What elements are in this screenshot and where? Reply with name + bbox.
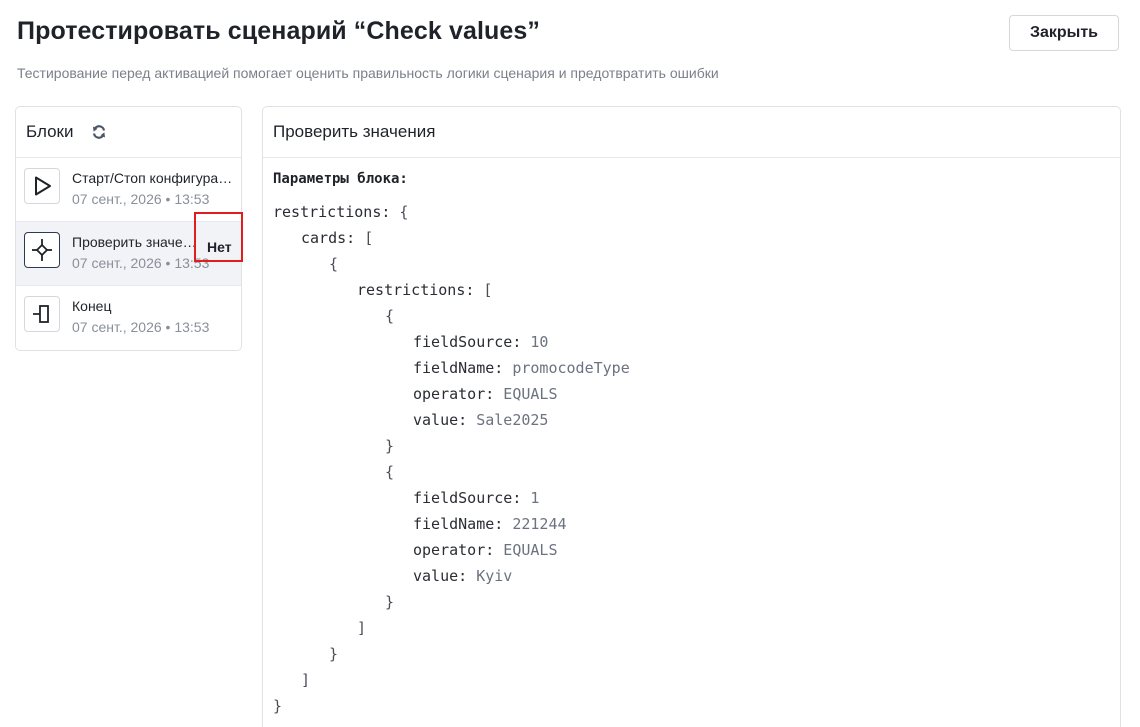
code-line: ]	[273, 615, 630, 641]
code-punct: }	[273, 697, 283, 715]
code-value: EQUALS	[494, 385, 558, 403]
code-value: Kyiv	[467, 567, 513, 585]
code-line: }	[273, 693, 630, 719]
code-line: fieldSource: 10	[273, 329, 630, 355]
code-punct: ]	[301, 671, 311, 689]
blocks-header: Блоки	[16, 107, 241, 158]
code-key: operator:	[413, 385, 495, 403]
block-details-panel: Проверить значения Параметры блока: rest…	[262, 106, 1121, 727]
code-key: value:	[413, 567, 468, 585]
page-subtitle: Тестирование перед активацией помогает о…	[17, 65, 719, 81]
refresh-icon[interactable]	[91, 124, 107, 140]
code-line: }	[273, 589, 630, 615]
code-line: cards: [	[273, 225, 630, 251]
code-line: value: Sale2025	[273, 407, 630, 433]
code-value: 221244	[503, 515, 567, 533]
code-punct: }	[385, 437, 395, 455]
code-punct: }	[329, 645, 339, 663]
block-item-start[interactable]: Старт/Стоп конфигурации 07 сент., 2026 •…	[16, 158, 241, 222]
code-line: {	[273, 459, 630, 485]
play-icon	[24, 168, 60, 204]
close-button[interactable]: Закрыть	[1009, 15, 1119, 51]
code-punct: }	[385, 593, 395, 611]
page-title: Протестировать сценарий “Check values”	[17, 17, 541, 45]
code-value: promocodeType	[503, 359, 630, 377]
code-line: restrictions: [	[273, 277, 630, 303]
code-line: fieldSource: 1	[273, 485, 630, 511]
block-name: Конец	[72, 298, 112, 314]
block-item-check-values[interactable]: Проверить значения 07 сент., 2026 • 13:5…	[16, 222, 241, 286]
code-punct: ]	[357, 619, 367, 637]
blocks-panel: Блоки Старт/Стоп конфигурации 07 сент., …	[15, 106, 242, 351]
details-title: Проверить значения	[263, 107, 1120, 158]
condition-icon	[24, 232, 60, 268]
code-key: operator:	[413, 541, 495, 559]
code-punct: [	[355, 229, 374, 247]
block-date: 07 сент., 2026 • 13:53	[72, 319, 210, 335]
blocks-title: Блоки	[26, 122, 74, 141]
code-value: EQUALS	[494, 541, 558, 559]
test-scenario-dialog: Протестировать сценарий “Check values” Т…	[0, 0, 1140, 727]
code-line: fieldName: 221244	[273, 511, 630, 537]
code-key: restrictions:	[273, 203, 391, 221]
end-icon	[24, 296, 60, 332]
code-value: 10	[521, 333, 549, 351]
code-key: fieldSource:	[413, 333, 522, 351]
code-line: operator: EQUALS	[273, 537, 630, 563]
block-date: 07 сент., 2026 • 13:53	[72, 255, 210, 271]
code-line: ]	[273, 667, 630, 693]
code-key: cards:	[301, 229, 356, 247]
code-key: fieldName:	[413, 515, 504, 533]
block-item-end[interactable]: Конец 07 сент., 2026 • 13:53	[16, 286, 241, 350]
code-line: restrictions: {	[273, 199, 630, 225]
code-punct: {	[385, 463, 395, 481]
code-line: {	[273, 303, 630, 329]
code-line: operator: EQUALS	[273, 381, 630, 407]
code-line: }	[273, 641, 630, 667]
code-line: value: Kyiv	[273, 563, 630, 589]
code-value: 1	[521, 489, 540, 507]
block-name: Проверить значения	[72, 234, 200, 250]
code-line: }	[273, 433, 630, 459]
code-line: fieldName: promocodeType	[273, 355, 630, 381]
code-punct: {	[329, 255, 339, 273]
code-key: restrictions:	[357, 281, 475, 299]
code-punct: {	[390, 203, 409, 221]
code-key: fieldName:	[413, 359, 504, 377]
status-badge: Нет	[207, 239, 232, 255]
code-key: value:	[413, 411, 468, 429]
code-punct: [	[474, 281, 493, 299]
block-name: Старт/Стоп конфигурации	[72, 170, 233, 186]
code-punct: {	[385, 307, 395, 325]
code-line: {	[273, 251, 630, 277]
params-label: Параметры блока:	[273, 171, 408, 187]
code-value: Sale2025	[467, 411, 549, 429]
block-date: 07 сент., 2026 • 13:53	[72, 191, 210, 207]
code-key: fieldSource:	[413, 489, 522, 507]
code-view: restrictions: {cards: [{restrictions: [{…	[273, 199, 630, 719]
